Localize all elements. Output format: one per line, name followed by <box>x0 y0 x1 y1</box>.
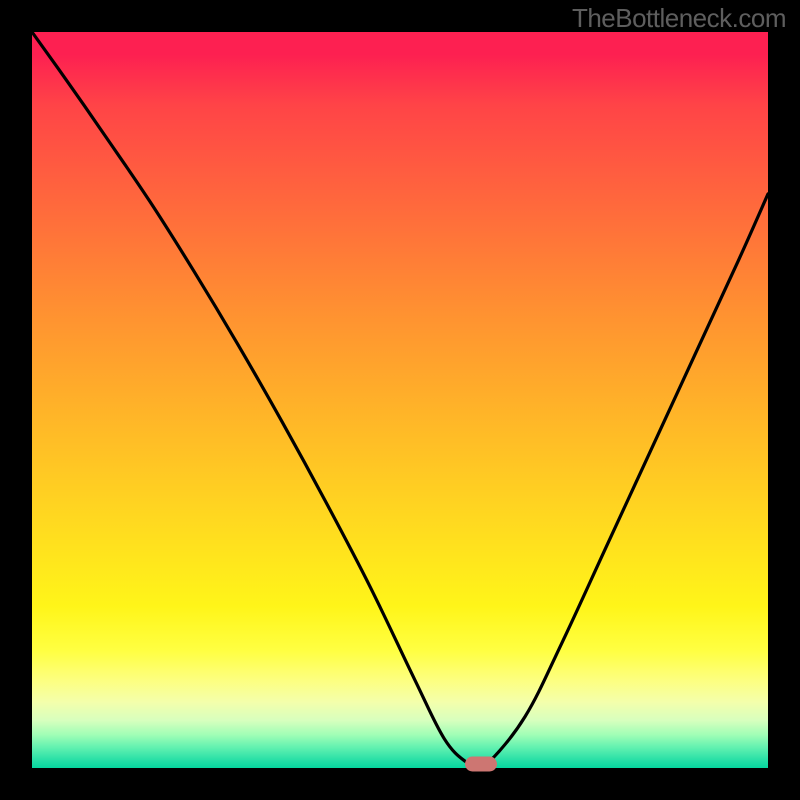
optimal-point-marker <box>465 757 497 772</box>
watermark-text: TheBottleneck.com <box>572 3 786 34</box>
plot-area <box>32 32 768 768</box>
bottleneck-curve <box>32 32 768 768</box>
chart-frame: TheBottleneck.com <box>0 0 800 800</box>
